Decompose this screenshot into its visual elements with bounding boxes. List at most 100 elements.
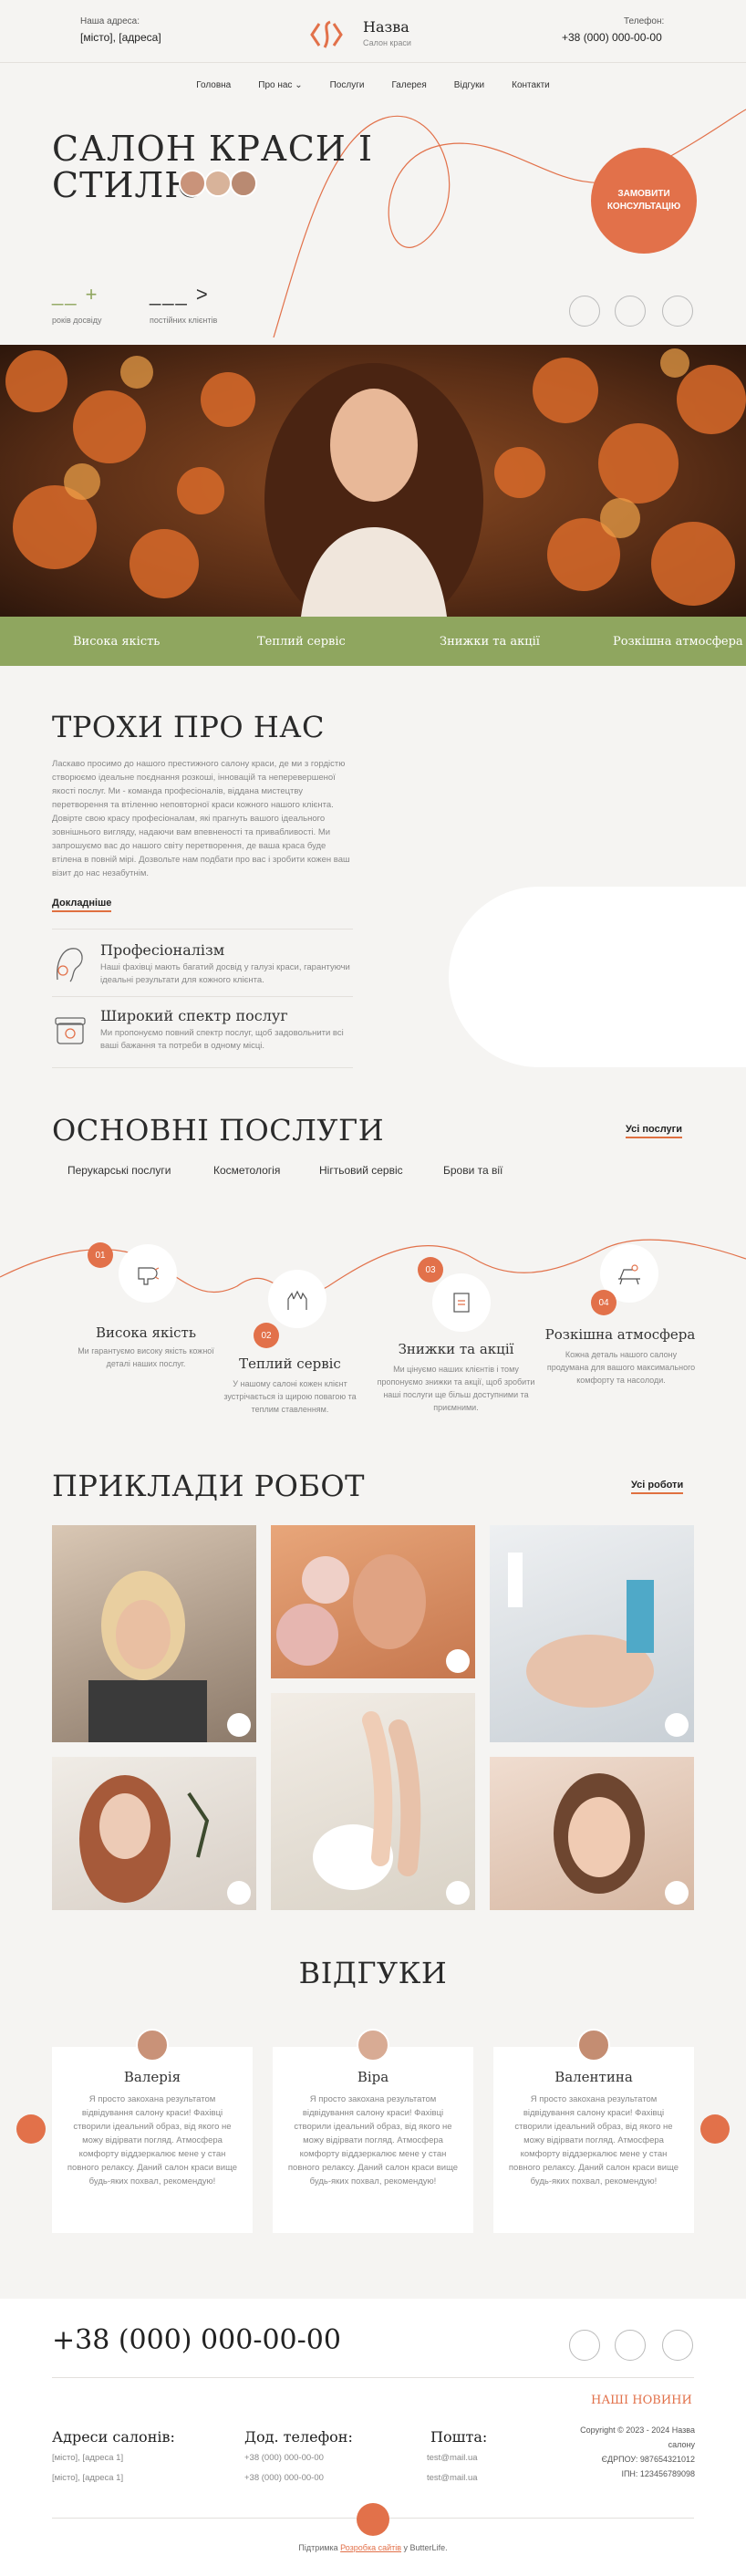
works-title: ПРИКЛАДИ РОБОТ bbox=[52, 1469, 365, 1503]
feature-bar-item: Висока якість bbox=[73, 635, 161, 649]
work-photo[interactable] bbox=[52, 1757, 256, 1910]
open-work-button[interactable] bbox=[665, 1881, 689, 1905]
reviews-title: ВІДГУКИ bbox=[298, 1956, 448, 1990]
all-services-link[interactable]: Усі послуги bbox=[626, 1124, 683, 1138]
hero-photo bbox=[0, 345, 746, 617]
footer-addresses-title: Адреси салонів: bbox=[52, 2428, 175, 2446]
prev-review-button[interactable] bbox=[16, 2114, 46, 2144]
support-prefix: Підтримка bbox=[298, 2543, 338, 2552]
phone-value[interactable]: +38 (000) 000-00-00 bbox=[562, 31, 662, 44]
social-button[interactable] bbox=[615, 296, 646, 327]
footer-extra-phone[interactable]: +38 (000) 000-00-00 bbox=[244, 2468, 324, 2488]
service-title: Висока якість bbox=[95, 1324, 197, 1341]
avatar bbox=[136, 2029, 169, 2062]
service-title: Розкішна атмосфера bbox=[544, 1326, 696, 1343]
scroll-top-button[interactable] bbox=[357, 2503, 389, 2536]
social-button[interactable] bbox=[615, 2330, 646, 2361]
avatar bbox=[204, 170, 232, 197]
avatar bbox=[577, 2029, 610, 2062]
stat-clients-value: ___ > bbox=[150, 283, 210, 306]
decorative-shape bbox=[449, 887, 746, 1067]
review-text: Я просто закохана результатом відвідуван… bbox=[67, 2094, 238, 2186]
news-link[interactable]: НАШІ НОВИНИ bbox=[591, 2394, 692, 2407]
footer-extra-phone[interactable]: +38 (000) 000-00-00 bbox=[244, 2448, 324, 2468]
footer-email[interactable]: test@mail.ua bbox=[427, 2448, 478, 2468]
tab-brows[interactable]: Брови та вії bbox=[443, 1164, 503, 1177]
next-review-button[interactable] bbox=[700, 2114, 730, 2144]
stat-years-label: років досвіду bbox=[52, 316, 102, 325]
order-consultation-button[interactable]: ЗАМОВИТИ КОНСУЛЬТАЦІЮ bbox=[591, 148, 697, 254]
cosmetics-jar-icon bbox=[52, 1013, 88, 1049]
logo-icon[interactable] bbox=[308, 16, 345, 53]
service-number-badge: 01 bbox=[88, 1242, 113, 1268]
review-text: Я просто закохана результатом відвідуван… bbox=[287, 2094, 459, 2186]
footer-support: Підтримка Розробка сайтів у ButterLife. bbox=[0, 2543, 746, 2552]
stat-clients-label: постійних клієнтів bbox=[150, 316, 218, 325]
address-label: Наша адреса: bbox=[80, 16, 140, 26]
brand-name: Назва bbox=[363, 18, 409, 36]
review-name: Валерія bbox=[123, 2069, 181, 2085]
review-name: Валентина bbox=[554, 2069, 633, 2085]
footer-legal: Copyright © 2023 - 2024 Назва салону ЄДР… bbox=[553, 2423, 695, 2481]
ipn: ІПН: 123456789098 bbox=[621, 2469, 695, 2478]
social-button[interactable] bbox=[662, 296, 693, 327]
avatar bbox=[230, 170, 257, 197]
social-button[interactable] bbox=[569, 296, 600, 327]
features-bar: Висока якість Теплий сервіс Знижки та ак… bbox=[0, 617, 746, 666]
tab-nails[interactable]: Нігтьовий сервіс bbox=[319, 1164, 403, 1177]
service-number-badge: 02 bbox=[254, 1323, 279, 1348]
open-work-button[interactable] bbox=[665, 1713, 689, 1737]
feature-bar-item: Знижки та акції bbox=[440, 635, 540, 649]
service-text: Кожна деталь нашого салону продумана для… bbox=[546, 1350, 696, 1385]
work-photo[interactable] bbox=[490, 1757, 694, 1910]
open-work-button[interactable] bbox=[227, 1713, 251, 1737]
order-button-label: ЗАМОВИТИ КОНСУЛЬТАЦІЮ bbox=[606, 189, 681, 212]
phone-label: Телефон: bbox=[624, 16, 665, 26]
footer-mail-title: Пошта: bbox=[430, 2428, 488, 2446]
services-title: ОСНОВНІ ПОСЛУГИ bbox=[52, 1113, 385, 1148]
address-value: [місто], [адреса] bbox=[80, 31, 161, 44]
service-title: Знижки та акції bbox=[398, 1341, 514, 1357]
support-link[interactable]: Розробка сайтів bbox=[340, 2543, 401, 2552]
about-text: Ласкаво просимо до нашого престижного са… bbox=[52, 759, 350, 878]
all-works-link[interactable]: Усі роботи bbox=[631, 1480, 684, 1494]
edrpou: ЄДРПОУ: 987654321012 bbox=[601, 2455, 695, 2464]
social-button[interactable] bbox=[662, 2330, 693, 2361]
footer-address: [місто], [адреса 1] bbox=[52, 2453, 124, 2463]
service-title: Теплий сервіс bbox=[239, 1356, 341, 1372]
stat-years-value: __ + bbox=[52, 283, 99, 306]
service-text: Ми цінуємо наших клієнтів і тому пропону… bbox=[377, 1365, 535, 1412]
support-suffix: у ButterLife. bbox=[403, 2543, 448, 2552]
work-photo[interactable] bbox=[52, 1525, 256, 1742]
work-photo[interactable] bbox=[271, 1525, 475, 1678]
hands-icon bbox=[268, 1270, 326, 1328]
review-card: Валерія Я просто закохана результатом ві… bbox=[52, 2029, 253, 2233]
more-link[interactable]: Докладніше bbox=[52, 898, 112, 912]
tab-cosmetology[interactable]: Косметологія bbox=[213, 1164, 280, 1177]
feature-bar-item: Розкішна атмосфера bbox=[613, 635, 743, 649]
open-work-button[interactable] bbox=[446, 1649, 470, 1673]
feature-professionalism-text: Наші фахівці мають багатий досвід у галу… bbox=[100, 962, 350, 985]
feature-services-text: Ми пропонуємо повний спектр послуг, щоб … bbox=[100, 1028, 344, 1051]
review-name: Віра bbox=[357, 2069, 389, 2085]
profile-face-icon bbox=[52, 943, 87, 983]
tab-hair[interactable]: Перукарські послуги bbox=[67, 1164, 171, 1177]
about-title: ТРОХИ ПРО НАС bbox=[52, 710, 325, 744]
work-photo[interactable] bbox=[271, 1693, 475, 1910]
service-number-badge: 03 bbox=[418, 1257, 443, 1283]
footer-email[interactable]: test@mail.ua bbox=[427, 2468, 478, 2488]
brand-subtitle: Салон краси bbox=[363, 38, 411, 47]
avatar bbox=[357, 2029, 389, 2062]
avatar bbox=[179, 170, 206, 197]
review-card: Віра Я просто закохана результатом відві… bbox=[273, 2029, 473, 2233]
review-text: Я просто закохана результатом відвідуван… bbox=[508, 2094, 679, 2186]
work-photo[interactable] bbox=[490, 1525, 694, 1742]
feature-services-title: Широкий спектр послуг bbox=[100, 1007, 288, 1024]
service-number-badge: 04 bbox=[591, 1290, 616, 1315]
footer-address: [місто], [адреса 1] bbox=[52, 2473, 124, 2483]
open-work-button[interactable] bbox=[446, 1881, 470, 1905]
footer-phone[interactable]: +38 (000) 000-00-00 bbox=[52, 2324, 341, 2356]
open-work-button[interactable] bbox=[227, 1881, 251, 1905]
review-card: Валентина Я просто закохана результатом … bbox=[493, 2029, 694, 2233]
social-button[interactable] bbox=[569, 2330, 600, 2361]
